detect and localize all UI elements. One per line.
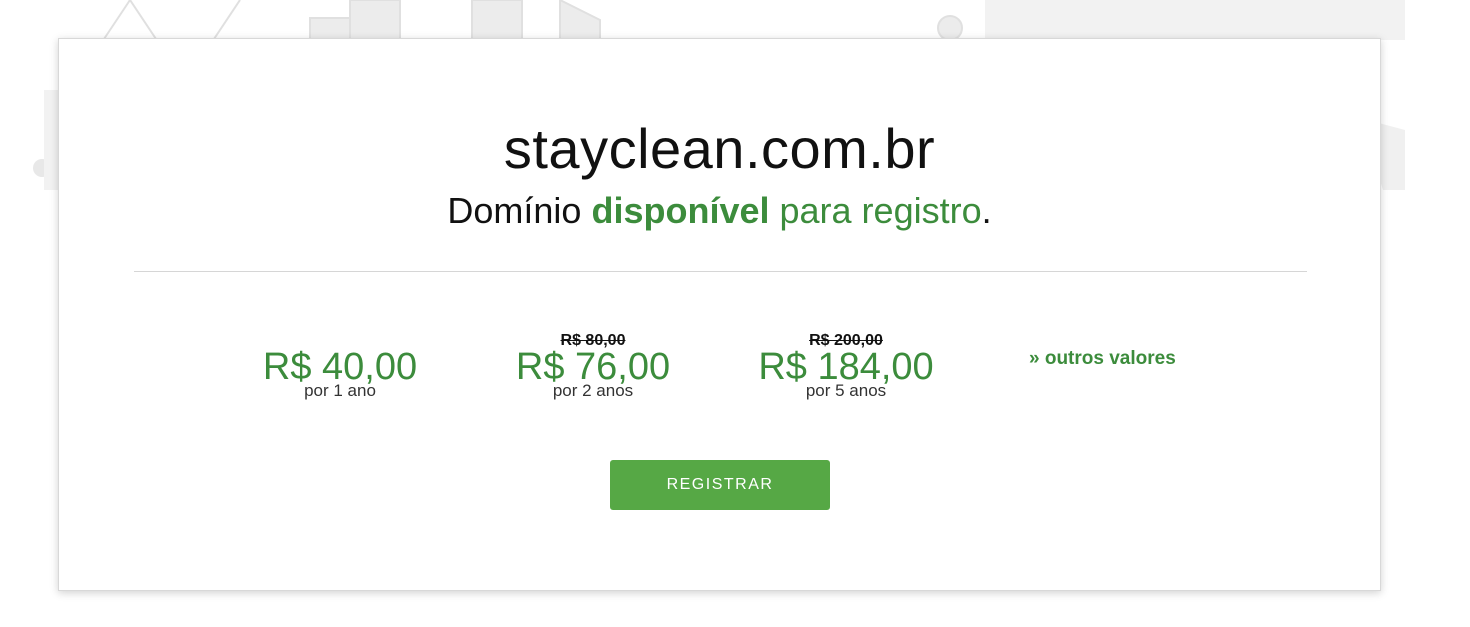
price-option-2-years[interactable]: R$ 80,00 R$ 76,00 por 2 anos — [482, 333, 704, 400]
status-period: . — [981, 190, 992, 231]
status-prefix: Domínio — [447, 190, 582, 231]
domain-result-card: stayclean.com.br Domínio disponível para… — [58, 38, 1381, 591]
other-values-link[interactable]: » outros valores — [1029, 348, 1176, 370]
availability-status: Domínio disponível para registro. — [59, 189, 1380, 233]
section-divider — [134, 271, 1307, 272]
register-button[interactable]: REGISTRAR — [610, 460, 830, 510]
status-available-badge: disponível — [591, 190, 770, 231]
price-option-1-year[interactable]: R$ 40,00 por 1 ano — [229, 335, 451, 399]
price-option-5-years[interactable]: R$ 200,00 R$ 184,00 por 5 anos — [735, 333, 957, 400]
domain-name-heading: stayclean.com.br — [503, 117, 936, 180]
status-suffix: para registro — [779, 190, 982, 231]
